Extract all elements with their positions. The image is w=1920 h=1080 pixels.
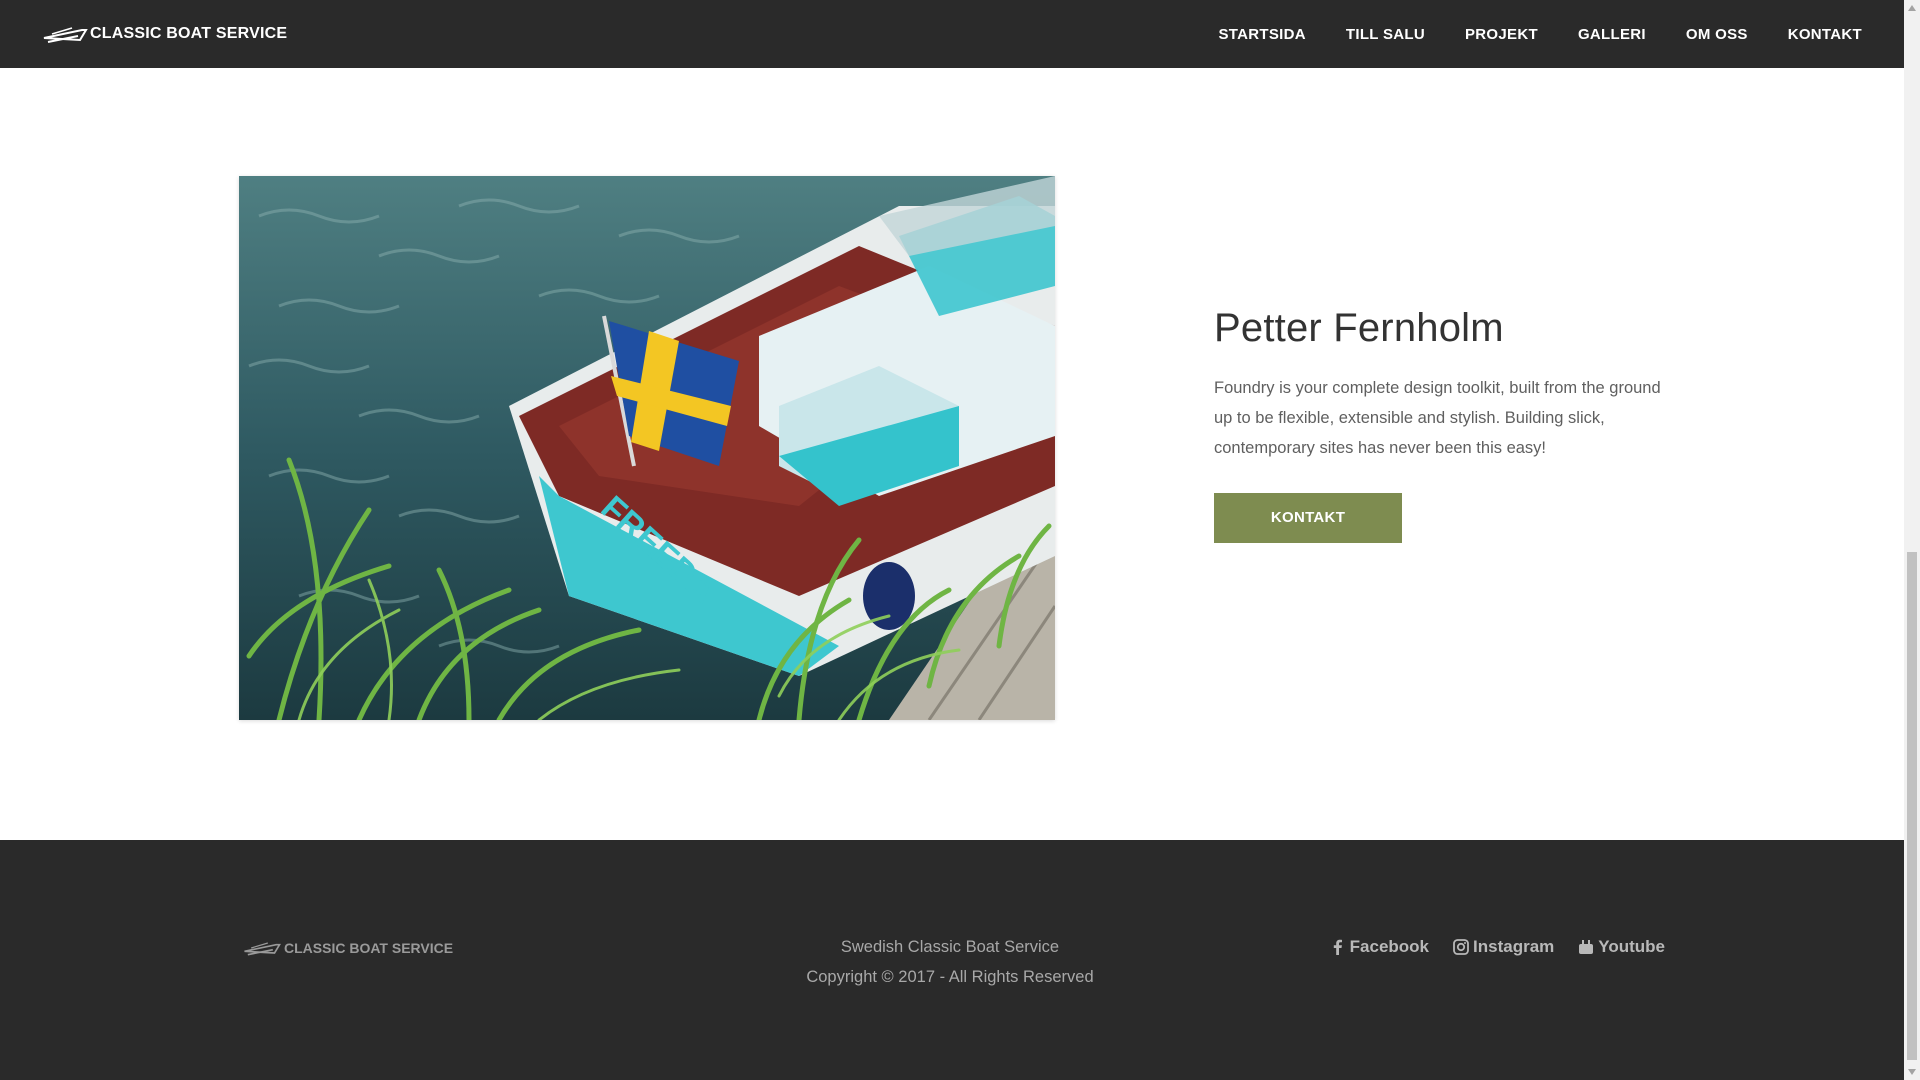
- boat-logo-icon: [43, 27, 88, 43]
- profile-name: Petter Fernholm: [1214, 306, 1504, 350]
- social-link-instagram[interactable]: Instagram: [1453, 937, 1554, 957]
- facebook-icon: [1333, 939, 1342, 955]
- nav-item-till-salu[interactable]: TILL SALU: [1346, 26, 1425, 43]
- instagram-icon: [1453, 939, 1469, 955]
- nav-item-om-oss[interactable]: OM OSS: [1686, 26, 1748, 43]
- top-navbar: CLASSIC BOAT SERVICE STARTSIDA TILL SALU…: [0, 0, 1904, 68]
- social-link-facebook[interactable]: Facebook: [1330, 937, 1429, 957]
- kontakt-button[interactable]: KONTAKT: [1214, 493, 1402, 543]
- site-logo[interactable]: CLASSIC BOAT SERVICE: [42, 22, 287, 46]
- social-links: Facebook Instagram Youtube: [1306, 932, 1665, 962]
- footer-logo-text: CLASSIC BOAT SERVICE: [284, 940, 454, 956]
- social-label: Youtube: [1598, 937, 1665, 956]
- footer: CLASSIC BOAT SERVICE Swedish Classic Boa…: [0, 840, 1904, 1080]
- logo-text: CLASSIC BOAT SERVICE: [90, 25, 288, 42]
- nav-item-projekt[interactable]: PROJEKT: [1465, 26, 1538, 43]
- nav-item-startsida[interactable]: STARTSIDA: [1218, 26, 1305, 43]
- main-nav: STARTSIDA TILL SALU PROJEKT GALLERI OM O…: [1178, 0, 1862, 68]
- boat-logo-icon: [244, 942, 281, 956]
- boat-photo: FREEDA: [239, 176, 1055, 720]
- profile-section: Petter Fernholm Foundry is your complete…: [1214, 306, 1674, 543]
- footer-copyright: Copyright © 2017 - All Rights Reserved: [806, 968, 1094, 986]
- youtube-icon: [1579, 940, 1594, 954]
- social-label: Instagram: [1473, 937, 1555, 956]
- profile-description: Foundry is your complete design toolkit,…: [1214, 379, 1661, 457]
- footer-company: Swedish Classic Boat Service: [840, 938, 1060, 956]
- social-label: Facebook: [1349, 937, 1430, 956]
- vertical-scrollbar[interactable]: [1904, 0, 1920, 1080]
- social-link-youtube[interactable]: Youtube: [1578, 937, 1665, 957]
- footer-logo[interactable]: CLASSIC BOAT SERVICE: [242, 938, 453, 958]
- scroll-down-arrow-icon[interactable]: [1904, 1064, 1920, 1080]
- footer-info: Swedish Classic Boat Service Copyright ©…: [750, 932, 1150, 992]
- nav-item-kontakt[interactable]: KONTAKT: [1788, 26, 1862, 43]
- nav-item-galleri[interactable]: GALLERI: [1578, 26, 1646, 43]
- scrollbar-thumb[interactable]: [1907, 552, 1917, 1060]
- scroll-up-arrow-icon[interactable]: [1904, 0, 1920, 16]
